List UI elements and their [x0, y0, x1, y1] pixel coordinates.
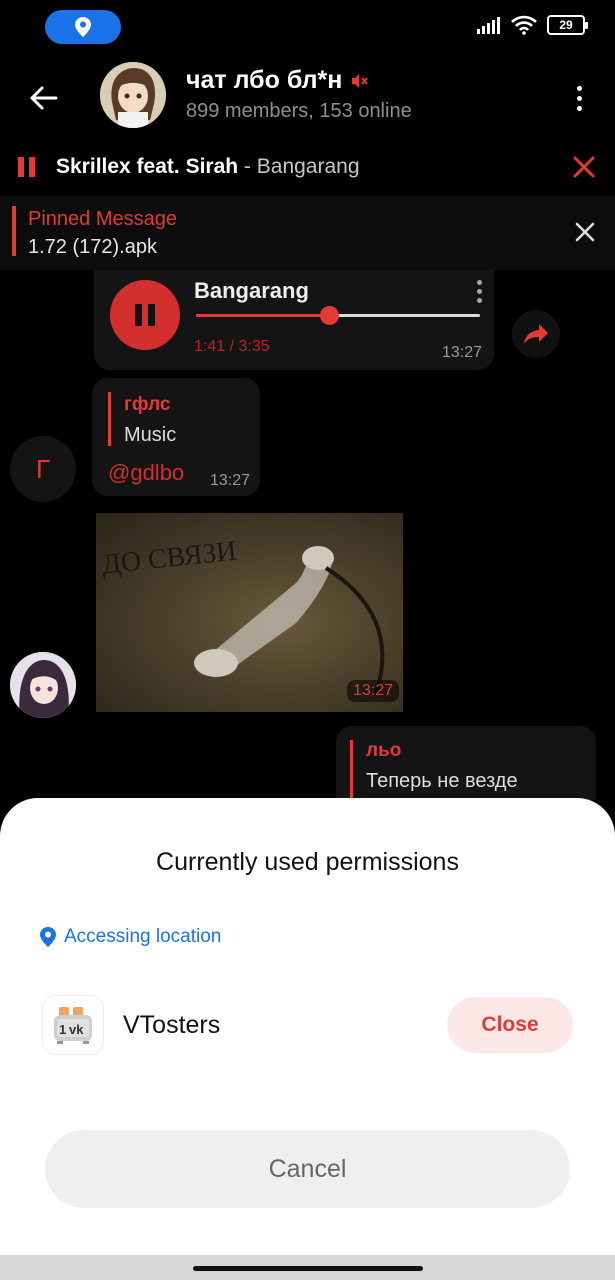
mention-link[interactable]: @gdlbo	[108, 460, 184, 486]
message-timestamp: 13:27	[346, 680, 399, 702]
vtosters-app-icon: 1 vk	[43, 996, 103, 1054]
app-permission-row: 1 vk VTosters Close	[43, 996, 573, 1056]
photo-caption: ДО СВЯЗИ	[100, 536, 238, 581]
audio-seekbar-progress	[196, 314, 330, 317]
location-pin-icon	[75, 17, 91, 37]
user-avatar[interactable]	[10, 652, 76, 718]
now-playing-artist: Skrillex feat. Sirah	[56, 155, 239, 178]
audio-seekbar-handle[interactable]	[320, 306, 340, 325]
wifi-icon	[511, 15, 537, 35]
chat-header: чат лбо бл*н 899 members, 153 online	[0, 56, 615, 140]
avatar-letter: Г	[35, 453, 51, 484]
muted-icon	[352, 73, 369, 88]
back-button[interactable]	[24, 78, 64, 118]
now-playing-text: Skrillex feat. Sirah - Bangarang	[56, 155, 360, 179]
battery-indicator: 29	[547, 15, 588, 35]
pause-icon[interactable]	[18, 157, 38, 177]
close-icon[interactable]	[571, 154, 597, 180]
svg-text:1: 1	[59, 1022, 66, 1037]
share-arrow-icon	[524, 324, 548, 344]
pinned-message-bar[interactable]: Pinned Message 1.72 (172).apk	[0, 196, 615, 270]
toaster-icon: 1 vk	[54, 1007, 92, 1044]
message-list[interactable]: Bangarang 1:41 / 3:35 13:27 гфлс Music @…	[0, 270, 615, 800]
photo-message[interactable]: ДО СВЯЗИ 13:27	[96, 513, 403, 712]
now-playing-separator: -	[238, 155, 257, 178]
reply-author: льо	[366, 740, 402, 761]
system-icons: 29	[477, 15, 588, 35]
location-permission-text: Accessing location	[64, 926, 222, 947]
reply-author: гфлс	[124, 394, 171, 415]
chat-title-text: чат лбо бл*н	[186, 66, 343, 94]
location-pin-icon	[40, 927, 56, 947]
anime-avatar-image	[100, 62, 166, 128]
location-permission-label: Accessing location	[40, 926, 221, 948]
audio-title: Bangarang	[194, 278, 309, 303]
anime-girl-avatar-image	[10, 652, 76, 718]
close-icon[interactable]	[573, 220, 597, 244]
battery-level: 29	[559, 18, 573, 32]
navigation-bar	[0, 1255, 615, 1280]
status-bar: 29	[0, 0, 615, 56]
audio-seekbar[interactable]	[196, 306, 480, 325]
now-playing-bar[interactable]: Skrillex feat. Sirah - Bangarang	[0, 140, 615, 194]
sheet-title: Currently used permissions	[156, 848, 459, 876]
chat-title: чат лбо бл*н	[186, 66, 369, 95]
reply-quote: Music	[124, 424, 177, 446]
signal-icon	[477, 17, 500, 34]
audio-message[interactable]: Bangarang 1:41 / 3:35 13:27	[94, 270, 494, 370]
pinned-text: 1.72 (172).apk	[28, 236, 157, 258]
chat-avatar[interactable]	[100, 62, 166, 128]
chat-subtitle: 899 members, 153 online	[186, 100, 412, 122]
message-timestamp: 13:27	[441, 344, 482, 361]
reply-accent-line	[108, 392, 111, 446]
audio-time: 1:41 / 3:35	[194, 338, 270, 355]
location-indicator[interactable]	[45, 10, 121, 44]
message-timestamp: 13:27	[209, 472, 250, 489]
reply-accent-line	[350, 740, 353, 800]
svg-text:vk: vk	[69, 1022, 84, 1037]
reply-quote: Теперь не везде	[366, 770, 518, 792]
permissions-sheet: Currently used permissions Accessing loc…	[0, 798, 615, 1255]
pause-button[interactable]	[110, 280, 180, 350]
app-name: VTosters	[123, 1011, 221, 1039]
cancel-button[interactable]: Cancel	[45, 1130, 570, 1208]
pinned-title: Pinned Message	[28, 208, 177, 230]
home-indicator[interactable]	[193, 1266, 423, 1271]
now-playing-song: Bangarang	[256, 155, 360, 178]
arrow-left-icon	[30, 86, 58, 110]
pinned-accent-line	[12, 206, 16, 256]
share-button[interactable]	[512, 310, 560, 358]
reply-message[interactable]: гфлс Music @gdlbo 13:27	[92, 378, 260, 496]
close-button[interactable]: Close	[447, 997, 573, 1053]
reply-message[interactable]: льо Теперь не везде	[336, 726, 596, 800]
user-avatar[interactable]: Г	[10, 436, 76, 502]
more-options-button[interactable]	[567, 78, 591, 118]
audio-menu-button[interactable]	[477, 280, 482, 303]
